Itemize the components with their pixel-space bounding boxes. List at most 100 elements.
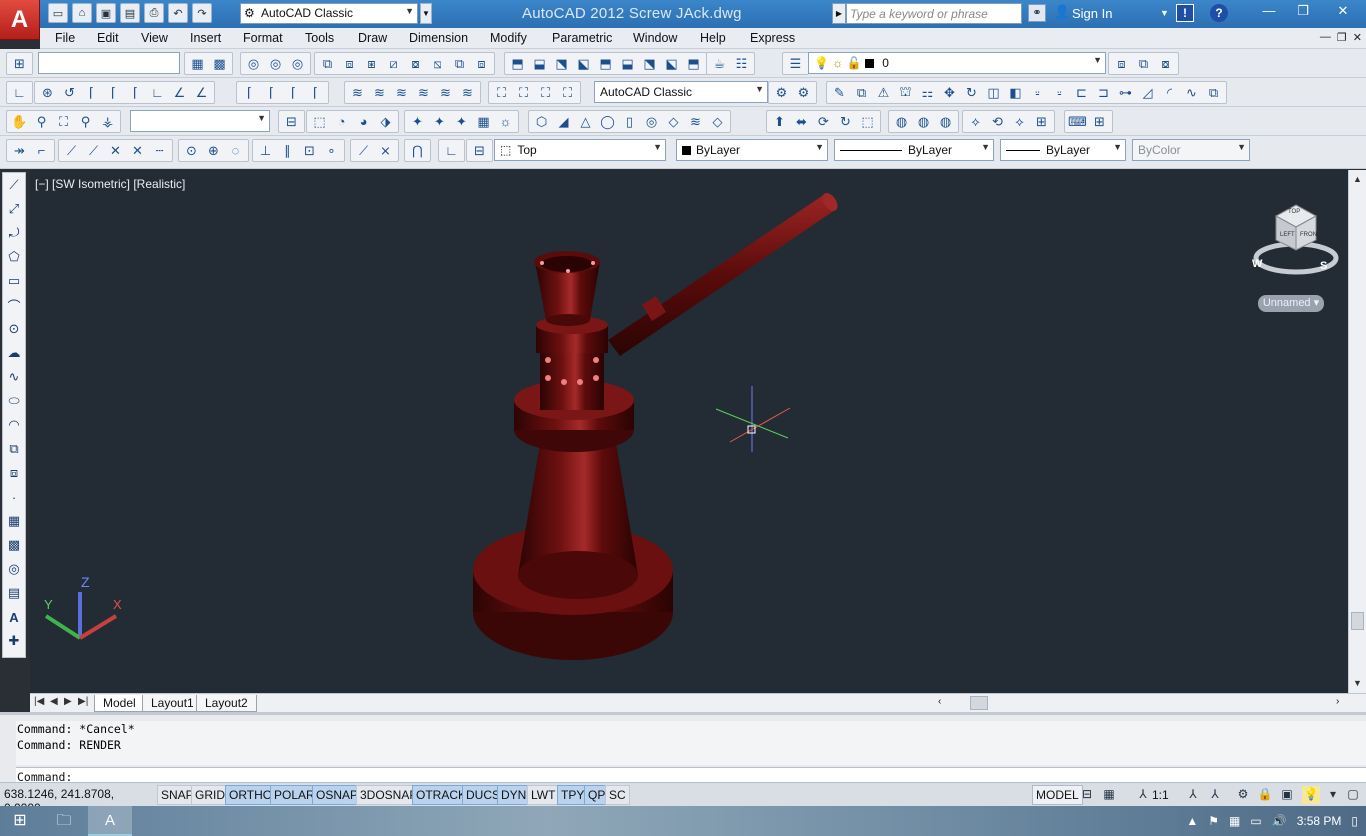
auto-scale-icon[interactable]: ⅄ [1206, 786, 1224, 804]
scale-icon[interactable]: ◫ [983, 82, 1004, 103]
3d-array-icon[interactable]: ⊞ [1031, 111, 1052, 132]
table-icon[interactable]: ▤ [3, 581, 25, 605]
close-icon[interactable]: ✕ [1320, 0, 1366, 22]
spot-light-icon[interactable]: ✦ [429, 111, 450, 132]
point-light-icon[interactable]: ✦ [407, 111, 428, 132]
search-input[interactable]: Type a keyword or phrase [846, 3, 1022, 24]
ucs-previous-icon[interactable]: ↺ [59, 82, 80, 103]
view-manager-icon[interactable]: ⊟ [469, 140, 490, 161]
sun-properties-icon[interactable]: ☼ [495, 111, 516, 132]
imprint-icon[interactable]: ⧈ [471, 53, 492, 74]
sweep-icon[interactable]: ⟳ [813, 111, 834, 132]
vertical-scrollbar[interactable]: ▲ ▼ [1348, 170, 1366, 693]
array-icon[interactable]: ⚏ [917, 82, 938, 103]
scrollbar-thumb[interactable] [1351, 612, 1364, 630]
snap-parallel-icon[interactable]: ∥ [277, 140, 298, 161]
volume-icon[interactable]: 🔊 [1272, 814, 1287, 828]
ungroup-icon[interactable]: ▩ [209, 53, 230, 74]
close-icon[interactable]: ✕ [1353, 31, 1362, 44]
region-icon[interactable]: ◎ [3, 557, 25, 581]
apply-ucs-icon[interactable]: ⌈ [305, 82, 326, 103]
lock-icon[interactable]: 🔒 [1256, 786, 1274, 804]
file-explorer-icon[interactable]: 🗀 [42, 806, 86, 836]
text-style-icon[interactable]: ⌨ [1067, 111, 1088, 132]
taper-face-icon[interactable]: ⬓ [617, 53, 638, 74]
workspace-settings-icon[interactable]: ⚙ [793, 82, 814, 103]
3d-align-icon[interactable]: ⟡ [1009, 111, 1030, 132]
make-block-icon[interactable]: ⧈ [3, 461, 25, 485]
menu-help[interactable]: Help [700, 31, 726, 45]
render-icon[interactable]: ☕ [709, 53, 730, 74]
search-expand-button[interactable]: ▶ [832, 3, 846, 24]
undo-icon[interactable]: ↶ [168, 3, 188, 23]
snap-midpoint-icon[interactable]: ⟋ [83, 140, 104, 161]
hidden-icon[interactable]: ◔ [331, 111, 352, 132]
menu-modify[interactable]: Modify [490, 31, 527, 45]
menu-edit[interactable]: Edit [97, 31, 119, 45]
battery-icon[interactable]: ▭ [1250, 814, 1261, 828]
chevron-up-icon[interactable]: ▲ [1353, 174, 1362, 184]
status-dyn-button[interactable]: DYN [497, 785, 531, 805]
make-current-layer-icon[interactable]: ⧈ [1111, 53, 1132, 74]
light-list-icon[interactable]: ▦ [473, 111, 494, 132]
fillet-icon[interactable]: ◜ [1159, 82, 1180, 103]
snap-extension-icon[interactable]: ┄ [149, 140, 170, 161]
named-views-icon[interactable]: ⊟ [281, 111, 302, 132]
layer-match-icon[interactable]: ⛶ [513, 82, 534, 103]
status-grid-button[interactable]: GRID [191, 785, 229, 805]
binoculars-icon[interactable]: ⚭ [1028, 4, 1046, 22]
rotate-icon[interactable]: ↻ [961, 82, 982, 103]
pan-icon[interactable]: ✋ [9, 111, 30, 132]
status-lwt-button[interactable]: LWT [527, 785, 560, 805]
move-face-icon[interactable]: ⬓ [529, 53, 550, 74]
insert-block-icon[interactable]: ⧉ [3, 437, 25, 461]
annotation-scale-value[interactable]: 1:1 [1152, 788, 1169, 802]
gear-icon[interactable]: ⚙ [771, 82, 792, 103]
2d-wireframe-icon[interactable]: ⬚ [309, 111, 330, 132]
snap-nearest-icon[interactable]: ⟋ [353, 140, 374, 161]
y-rotate-ucs-icon[interactable]: ⌈ [261, 82, 282, 103]
solid-helix-icon[interactable]: ≋ [685, 111, 706, 132]
subtract-solid-icon[interactable]: ◍ [913, 111, 934, 132]
spline-icon[interactable]: ∿ [3, 365, 25, 389]
presspull-icon[interactable]: ⬌ [791, 111, 812, 132]
3d-rotate-icon[interactable]: ⟲ [987, 111, 1008, 132]
break-icon[interactable]: ⊐ [1093, 82, 1114, 103]
compass-w-label[interactable]: W [1252, 258, 1262, 270]
separate-icon[interactable]: ⬒ [683, 53, 704, 74]
snap-none-icon[interactable]: ⨯ [375, 140, 396, 161]
menu-window[interactable]: Window [633, 31, 677, 45]
layer-iso-icon[interactable]: ≋ [369, 82, 390, 103]
exchange-icon[interactable]: ! [1176, 4, 1194, 22]
help-icon[interactable]: ? [1210, 4, 1228, 22]
copy-icon[interactable]: ⧉ [851, 82, 872, 103]
group-icon[interactable]: ▦ [187, 53, 208, 74]
orbit-icon[interactable]: ◎ [243, 53, 264, 74]
realistic-icon[interactable]: ◕ [353, 111, 374, 132]
named-view-dropdown[interactable]: Unnamed ▾ [1258, 295, 1324, 312]
menu-tools[interactable]: Tools [305, 31, 334, 45]
color-select[interactable]: ByLayer ▼ [676, 139, 828, 161]
offset-face-icon[interactable]: ⬔ [551, 53, 572, 74]
construction-line-icon[interactable]: ⤢ [3, 197, 25, 221]
rotate-face-icon[interactable]: ⬒ [595, 53, 616, 74]
last-tab-icon[interactable]: ▶| [78, 696, 88, 707]
planar-surface-icon[interactable]: ◇ [707, 111, 728, 132]
solid-sphere-icon[interactable]: ◯ [597, 111, 618, 132]
autocad-taskbar-icon[interactable]: A [88, 806, 132, 836]
color-face-icon[interactable]: ⬕ [661, 53, 682, 74]
network-icon[interactable]: ▦ [1229, 814, 1240, 828]
model-space-button[interactable]: MODEL [1032, 785, 1083, 805]
workspace-style-select[interactable]: AutoCAD Classic ▼ [594, 81, 768, 103]
union-solid-icon[interactable]: ◍ [891, 111, 912, 132]
next-tab-icon[interactable]: ▶ [64, 696, 72, 707]
break-at-point-icon[interactable]: ⊏ [1071, 82, 1092, 103]
snap-apparent-icon[interactable]: ✕ [127, 140, 148, 161]
layer-select[interactable]: 💡 ☼ 🔓 0 ▼ [808, 52, 1106, 74]
menu-draw[interactable]: Draw [358, 31, 387, 45]
thicken-icon[interactable]: ⧉ [449, 53, 470, 74]
layer-lock-2-icon[interactable]: ⛶ [535, 82, 556, 103]
extend-icon[interactable]: ⸚ [1049, 82, 1070, 103]
lineweight-select[interactable]: ByLayer ▼ [1000, 139, 1126, 161]
layer-states-icon[interactable]: ⧇ [1155, 53, 1176, 74]
